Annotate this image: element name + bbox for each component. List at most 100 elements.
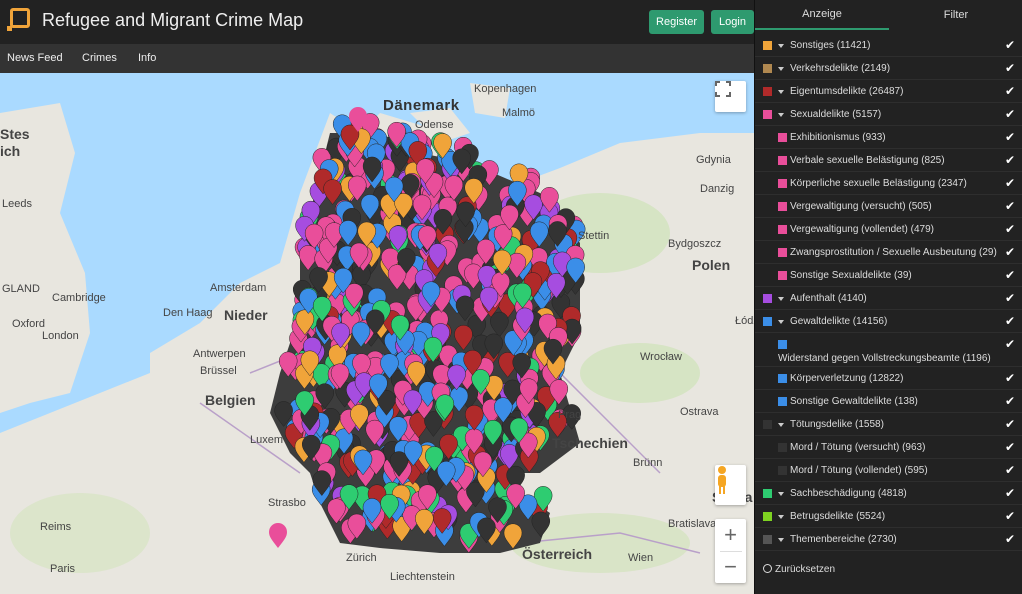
- category-color-swatch: [763, 87, 772, 96]
- filter-row[interactable]: Sonstiges (11421) ✔: [755, 34, 1022, 57]
- logo-icon[interactable]: [10, 8, 30, 28]
- expand-caret-icon[interactable]: [778, 44, 784, 48]
- checkmark-icon[interactable]: ✔: [1005, 107, 1015, 121]
- map-place-label: Malmö: [502, 107, 536, 119]
- filter-row[interactable]: Sachbeschädigung (4818) ✔: [755, 482, 1022, 505]
- tab-filter[interactable]: Filter: [889, 0, 1022, 30]
- zoom-in-button[interactable]: +: [715, 520, 746, 551]
- map-place-label: Danzig: [700, 183, 735, 195]
- checkmark-icon[interactable]: ✔: [1005, 130, 1015, 144]
- checkmark-icon[interactable]: ✔: [1005, 509, 1015, 523]
- map-place-label: Wrocław: [640, 351, 682, 363]
- map-base: [0, 73, 754, 594]
- nav-crimes[interactable]: Crimes: [82, 52, 117, 64]
- checkmark-icon[interactable]: ✔: [1005, 337, 1015, 351]
- register-button[interactable]: Register: [649, 10, 704, 34]
- checkmark-icon[interactable]: ✔: [1005, 268, 1015, 282]
- checkmark-icon[interactable]: ✔: [1005, 153, 1015, 167]
- filter-label: Sonstiges (11421): [790, 40, 871, 51]
- checkmark-icon[interactable]: ✔: [1005, 486, 1015, 500]
- checkmark-icon[interactable]: ✔: [1005, 245, 1015, 259]
- nav-news-feed[interactable]: News Feed: [7, 52, 63, 64]
- zoom-out-button[interactable]: −: [715, 552, 746, 583]
- filter-row[interactable]: Sonstige Sexualdelikte (39) ✔: [755, 264, 1022, 287]
- map-place-label: Luxem: [250, 434, 284, 446]
- checkmark-icon[interactable]: ✔: [1005, 532, 1015, 546]
- map-place-label: Brünn: [633, 457, 663, 469]
- crime-map[interactable]: Dänemark Kopenhagen Malmö Odense Gdynia Danzi…: [0, 73, 754, 594]
- expand-caret-icon[interactable]: [778, 538, 784, 542]
- filter-row[interactable]: Eigentumsdelikte (26487) ✔: [755, 80, 1022, 103]
- filter-row[interactable]: Zwangsprostitution / Sexuelle Ausbeutung…: [755, 241, 1022, 264]
- expand-caret-icon[interactable]: [778, 320, 784, 324]
- nav-info[interactable]: Info: [138, 52, 156, 64]
- expand-caret-icon[interactable]: [778, 297, 784, 301]
- login-button[interactable]: Login: [711, 10, 754, 34]
- filter-row[interactable]: Sonstige Gewaltdelikte (138) ✔: [755, 390, 1022, 413]
- filter-row[interactable]: Exhibitionismus (933) ✔: [755, 126, 1022, 149]
- filter-row[interactable]: Aufenthalt (4140) ✔: [755, 287, 1022, 310]
- filter-row[interactable]: Körperverletzung (12822) ✔: [755, 367, 1022, 390]
- filter-row[interactable]: Vergewaltigung (versucht) (505) ✔: [755, 195, 1022, 218]
- reset-label: Zurücksetzen: [775, 564, 836, 575]
- map-place-label: Brüssel: [200, 365, 237, 377]
- expand-caret-icon[interactable]: [778, 90, 784, 94]
- filter-row[interactable]: Widerstand gegen Vollstreckungsbeamte (1…: [755, 333, 1022, 367]
- filter-row[interactable]: Mord / Tötung (vollendet) (595) ✔: [755, 459, 1022, 482]
- category-color-swatch: [763, 294, 772, 303]
- reset-button[interactable]: Zurücksetzen: [755, 560, 1022, 580]
- category-color-swatch: [778, 248, 787, 257]
- filter-row[interactable]: Gewaltdelikte (14156) ✔: [755, 310, 1022, 333]
- checkmark-icon[interactable]: ✔: [1005, 314, 1015, 328]
- app-title[interactable]: Refugee and Migrant Crime Map: [42, 10, 303, 31]
- fullscreen-icon: [715, 81, 731, 97]
- checkmark-icon[interactable]: ✔: [1005, 222, 1015, 236]
- fullscreen-button[interactable]: [715, 81, 746, 112]
- category-color-swatch: [778, 179, 787, 188]
- checkmark-icon[interactable]: ✔: [1005, 417, 1015, 431]
- map-place-label: Stes: [0, 126, 30, 142]
- filter-label: Sonstige Sexualdelikte (39): [790, 270, 912, 281]
- filter-label: Mord / Tötung (versucht) (963): [790, 442, 926, 453]
- map-place-label: Bratislava: [668, 518, 717, 530]
- map-place-label: Wien: [628, 552, 654, 564]
- checkmark-icon[interactable]: ✔: [1005, 61, 1015, 75]
- checkmark-icon[interactable]: ✔: [1005, 199, 1015, 213]
- tab-anzeige[interactable]: Anzeige: [755, 0, 889, 30]
- checkmark-icon[interactable]: ✔: [1005, 371, 1015, 385]
- map-place-label: Kopenhagen: [474, 83, 537, 95]
- filter-label: Verbale sexuelle Belästigung (825): [790, 155, 945, 166]
- checkmark-icon[interactable]: ✔: [1005, 463, 1015, 477]
- category-color-swatch: [778, 156, 787, 165]
- expand-caret-icon[interactable]: [778, 515, 784, 519]
- category-color-swatch: [763, 64, 772, 73]
- map-place-label: Dänemark: [383, 97, 460, 114]
- zoom-controls: + −: [715, 519, 746, 583]
- filter-row[interactable]: Betrugsdelikte (5524) ✔: [755, 505, 1022, 528]
- filter-row[interactable]: Mord / Tötung (versucht) (963) ✔: [755, 436, 1022, 459]
- top-bar: Refugee and Migrant Crime Map Register L…: [0, 0, 754, 44]
- category-color-swatch: [763, 110, 772, 119]
- checkmark-icon[interactable]: ✔: [1005, 38, 1015, 52]
- map-place-label: Stettin: [578, 230, 610, 242]
- checkmark-icon[interactable]: ✔: [1005, 394, 1015, 408]
- map-place-label: London: [42, 330, 79, 342]
- expand-caret-icon[interactable]: [778, 113, 784, 117]
- expand-caret-icon[interactable]: [778, 67, 784, 71]
- checkmark-icon[interactable]: ✔: [1005, 440, 1015, 454]
- filter-row[interactable]: Tötungsdelike (1558) ✔: [755, 413, 1022, 436]
- street-view-button[interactable]: [715, 465, 746, 505]
- filter-row[interactable]: Themenbereiche (2730) ✔: [755, 528, 1022, 551]
- filter-row[interactable]: Sexualdelikte (5157) ✔: [755, 103, 1022, 126]
- filter-row[interactable]: Vergewaltigung (vollendet) (479) ✔: [755, 218, 1022, 241]
- map-place-label: Amsterdam: [210, 282, 267, 294]
- checkmark-icon[interactable]: ✔: [1005, 84, 1015, 98]
- filter-row[interactable]: Verbale sexuelle Belästigung (825) ✔: [755, 149, 1022, 172]
- checkmark-icon[interactable]: ✔: [1005, 176, 1015, 190]
- expand-caret-icon[interactable]: [778, 423, 784, 427]
- checkmark-icon[interactable]: ✔: [1005, 291, 1015, 305]
- filter-row[interactable]: Verkehrsdelikte (2149) ✔: [755, 57, 1022, 80]
- filter-label: Gewaltdelikte (14156): [790, 316, 888, 327]
- expand-caret-icon[interactable]: [778, 492, 784, 496]
- filter-row[interactable]: Körperliche sexuelle Belästigung (2347) ✔: [755, 172, 1022, 195]
